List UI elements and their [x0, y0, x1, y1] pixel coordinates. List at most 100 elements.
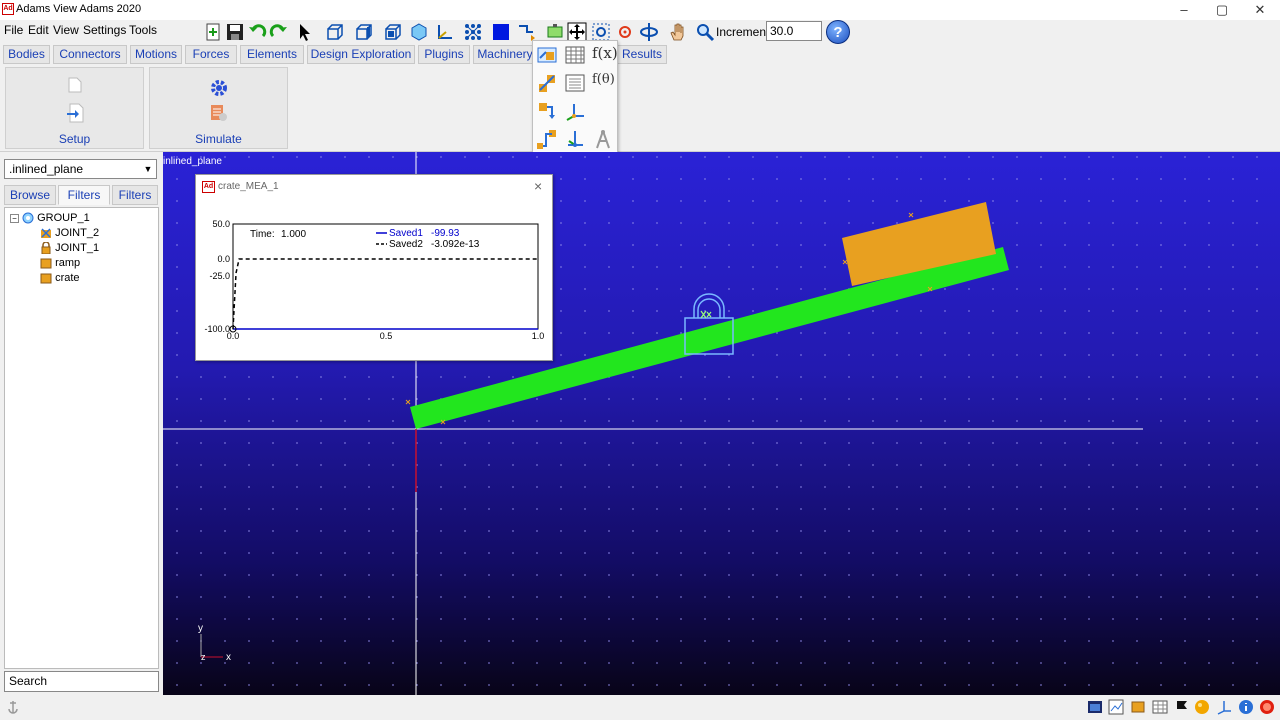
triad-x-label: x	[226, 652, 231, 663]
tab-design-exploration[interactable]: Design Exploration	[307, 45, 415, 64]
part-icon[interactable]	[1130, 699, 1146, 715]
tab-filters[interactable]: Filters	[112, 185, 158, 205]
fit-view-icon[interactable]	[567, 22, 587, 42]
simulation-table-icon[interactable]	[209, 103, 229, 123]
menu-view[interactable]: View	[53, 23, 79, 37]
new-model-icon[interactable]	[203, 22, 223, 42]
flag-icon[interactable]	[1174, 699, 1190, 715]
triad-icon[interactable]	[1216, 699, 1232, 715]
joint-icon	[41, 228, 51, 239]
part-icon	[40, 258, 52, 269]
redo-icon[interactable]	[269, 22, 289, 42]
tab-forces[interactable]: Forces	[185, 45, 237, 64]
render-mode-icon[interactable]	[491, 22, 511, 42]
render-toggle-icon[interactable]	[545, 22, 565, 42]
view-options-icon[interactable]	[517, 22, 537, 42]
window-icon[interactable]	[1087, 699, 1103, 715]
time-label: Time:	[250, 229, 275, 240]
menu-settings[interactable]: Settings	[83, 23, 126, 37]
iso-view-icon[interactable]	[409, 22, 429, 42]
result-set-icon[interactable]	[536, 44, 558, 66]
viewport-model-name: inlined_plane	[163, 156, 222, 167]
collapse-icon[interactable]: −	[10, 213, 19, 223]
front-view-icon[interactable]	[325, 22, 345, 42]
right-view-icon[interactable]	[354, 22, 374, 42]
zoom-magnifier-icon[interactable]	[695, 22, 715, 42]
tab-browse[interactable]: Browse	[4, 185, 56, 205]
chevron-down-icon[interactable]: ▼	[142, 162, 154, 176]
function-theta-icon[interactable]: f(θ)	[592, 72, 615, 94]
tree-item-group1[interactable]: − GROUP_1	[10, 211, 90, 225]
tree-item-joint2[interactable]: JOINT_2	[40, 226, 99, 240]
title-bar: Ad Adams View Adams 2020 – ▢ ✕	[0, 0, 1280, 20]
legend-value-saved1: -99.93	[431, 228, 460, 239]
results-palette-popup: f(x) f(θ)	[532, 40, 618, 154]
import-icon[interactable]	[66, 103, 84, 123]
simulate-label: Simulate	[195, 132, 242, 146]
group-tree: − GROUP_1 JOINT_2 JOINT_1 ramp crate	[4, 207, 159, 669]
ball-icon[interactable]	[1194, 699, 1210, 715]
spreadsheet-icon[interactable]	[564, 44, 586, 66]
stop-icon[interactable]	[1259, 699, 1275, 715]
save-icon[interactable]	[225, 22, 245, 42]
group-icon	[22, 212, 34, 224]
tab-connectors[interactable]: Connectors	[53, 45, 127, 64]
tab-groups[interactable]: Filters	[58, 185, 110, 205]
gear-icon[interactable]	[209, 78, 229, 98]
legend-name-saved2: Saved2	[389, 239, 423, 250]
undo-icon[interactable]	[247, 22, 267, 42]
grid-nodes-icon[interactable]	[463, 22, 483, 42]
triad-icon[interactable]	[435, 22, 455, 42]
select-arrow-icon[interactable]	[295, 22, 315, 42]
rotate-icon[interactable]	[639, 22, 659, 42]
zoom-box-icon[interactable]	[591, 22, 611, 42]
document-icon[interactable]	[68, 77, 82, 93]
close-window-button[interactable]: ✕	[1241, 0, 1279, 20]
menu-tools[interactable]: Tools	[129, 23, 157, 37]
info-icon[interactable]	[1238, 699, 1254, 715]
tree-item-crate[interactable]: crate	[40, 271, 80, 285]
point-measure-icon[interactable]	[536, 100, 558, 122]
time-value: 1.000	[281, 229, 306, 240]
model-select[interactable]: .inlined_plane ▼	[4, 159, 157, 179]
table-icon[interactable]	[1152, 699, 1168, 715]
anchor-icon[interactable]	[5, 699, 21, 715]
minimize-button[interactable]: –	[1165, 0, 1203, 20]
compass-icon[interactable]	[592, 128, 614, 150]
strip-chart: 50.0 0.0 -25.0 -100.0 0.0 0.5 1.0 Time: …	[204, 219, 544, 341]
setup-group[interactable]: Setup	[5, 67, 144, 149]
triad-measure-icon[interactable]	[564, 100, 586, 122]
maximize-button[interactable]: ▢	[1203, 0, 1241, 20]
help-icon[interactable]: ?	[826, 20, 850, 44]
plot-icon[interactable]	[1108, 699, 1124, 715]
measure-angle-icon[interactable]	[536, 72, 558, 94]
search-input[interactable]: Search	[4, 671, 159, 692]
status-bar	[0, 695, 1280, 720]
top-view-icon[interactable]	[383, 22, 403, 42]
tab-machinery[interactable]: Machinery	[473, 45, 537, 64]
model-select-value: .inlined_plane	[9, 162, 84, 176]
increment-input[interactable]	[766, 21, 822, 41]
function-fx-icon[interactable]: f(x)	[592, 44, 618, 66]
data-table-icon[interactable]	[564, 72, 586, 94]
y-tick-label: -25.0	[209, 271, 230, 281]
measure-plot-window[interactable]: Ad crate_MEA_1 × 50.0 0.0 -25.0 -100.0 0…	[195, 174, 553, 361]
menu-edit[interactable]: Edit	[28, 23, 49, 37]
distance-measure-icon[interactable]	[536, 128, 558, 150]
tree-item-label: JOINT_2	[55, 227, 100, 239]
tab-bodies[interactable]: Bodies	[3, 45, 50, 64]
tab-plugins[interactable]: Plugins	[418, 45, 470, 64]
pan-hand-icon[interactable]	[669, 22, 689, 42]
center-icon[interactable]	[615, 22, 635, 42]
menu-file[interactable]: File	[4, 23, 23, 37]
tab-elements[interactable]: Elements	[240, 45, 304, 64]
adams-app-icon: Ad	[2, 3, 14, 15]
tab-results[interactable]: Results	[617, 45, 667, 64]
increment-label: Increment	[716, 25, 770, 39]
tree-item-ramp[interactable]: ramp	[40, 256, 80, 270]
window-title: Adams View Adams 2020	[16, 3, 142, 15]
orientation-measure-icon[interactable]	[564, 128, 586, 150]
simulate-group[interactable]: Simulate	[149, 67, 288, 149]
tree-item-joint1[interactable]: JOINT_1	[40, 241, 99, 255]
tab-motions[interactable]: Motions	[130, 45, 182, 64]
